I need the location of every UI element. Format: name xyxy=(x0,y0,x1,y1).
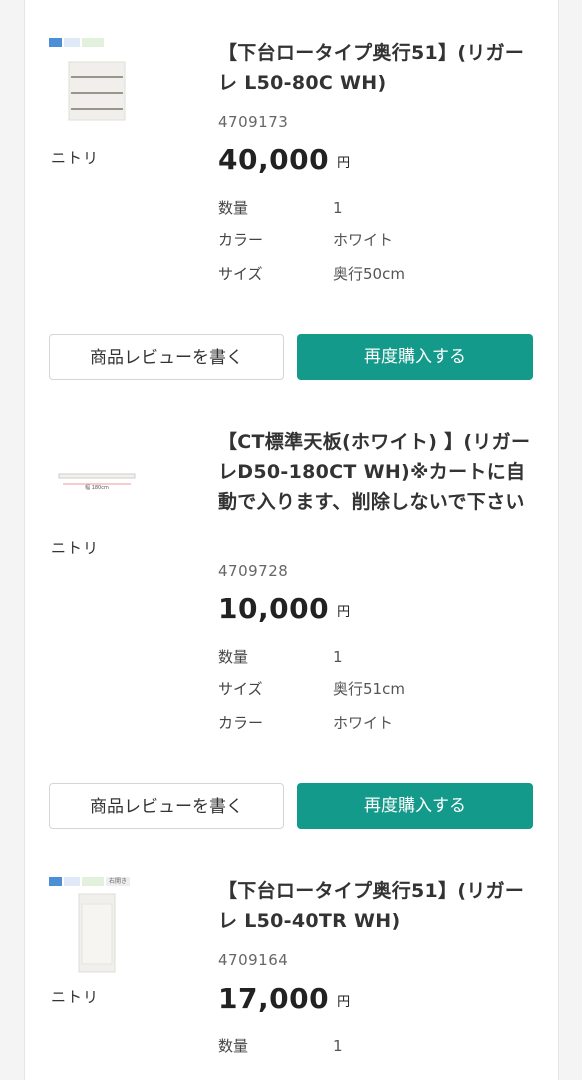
product-price: 10,000 円 xyxy=(218,592,351,625)
attr-row-color: カラー ホワイト xyxy=(218,714,394,732)
write-review-button[interactable]: 商品レビューを書く xyxy=(49,334,284,380)
order-history-card: ニトリ 【下台ロータイプ奥行51】(リガーレ L50-80C WH) 47091… xyxy=(24,0,559,1080)
product-thumbnail[interactable] xyxy=(49,886,145,978)
product-title[interactable]: 【下台ロータイプ奥行51】(リガーレ L50-40TR WH) xyxy=(218,876,538,936)
thumb-tag: 右開き xyxy=(106,877,130,886)
attr-row-quantity: 数量 1 xyxy=(218,199,343,217)
product-thumbnail[interactable]: 幅 180cm xyxy=(49,430,145,522)
attr-row-quantity: 数量 1 xyxy=(218,648,343,666)
thumb-width-label: 幅 180cm xyxy=(85,484,109,491)
attr-row-color: カラー ホワイト xyxy=(218,231,394,249)
product-title[interactable]: 【下台ロータイプ奥行51】(リガーレ L50-80C WH) xyxy=(218,38,538,98)
product-code: 4709173 xyxy=(218,113,289,131)
product-thumbnail[interactable] xyxy=(49,40,145,132)
attr-row-size: サイズ 奥行51cm xyxy=(218,680,405,698)
write-review-button[interactable]: 商品レビューを書く xyxy=(49,783,284,829)
product-code: 4709728 xyxy=(218,562,289,580)
attr-row-quantity: 数量 1 xyxy=(218,1037,343,1055)
product-price: 40,000 円 xyxy=(218,143,351,176)
brand-label: ニトリ xyxy=(51,988,100,1006)
product-code: 4709164 xyxy=(218,951,289,969)
attr-row-size: サイズ 奥行50cm xyxy=(218,265,405,283)
spec-badges: 右開き xyxy=(49,877,130,886)
product-title[interactable]: 【CT標準天板(ホワイト) 】(リガーレD50-180CT WH)※カートに自動… xyxy=(218,427,538,517)
brand-label: ニトリ xyxy=(51,149,100,167)
rebuy-button[interactable]: 再度購入する xyxy=(297,334,533,380)
product-price: 17,000 円 xyxy=(218,982,351,1015)
rebuy-button[interactable]: 再度購入する xyxy=(297,783,533,829)
brand-label: ニトリ xyxy=(51,539,100,557)
